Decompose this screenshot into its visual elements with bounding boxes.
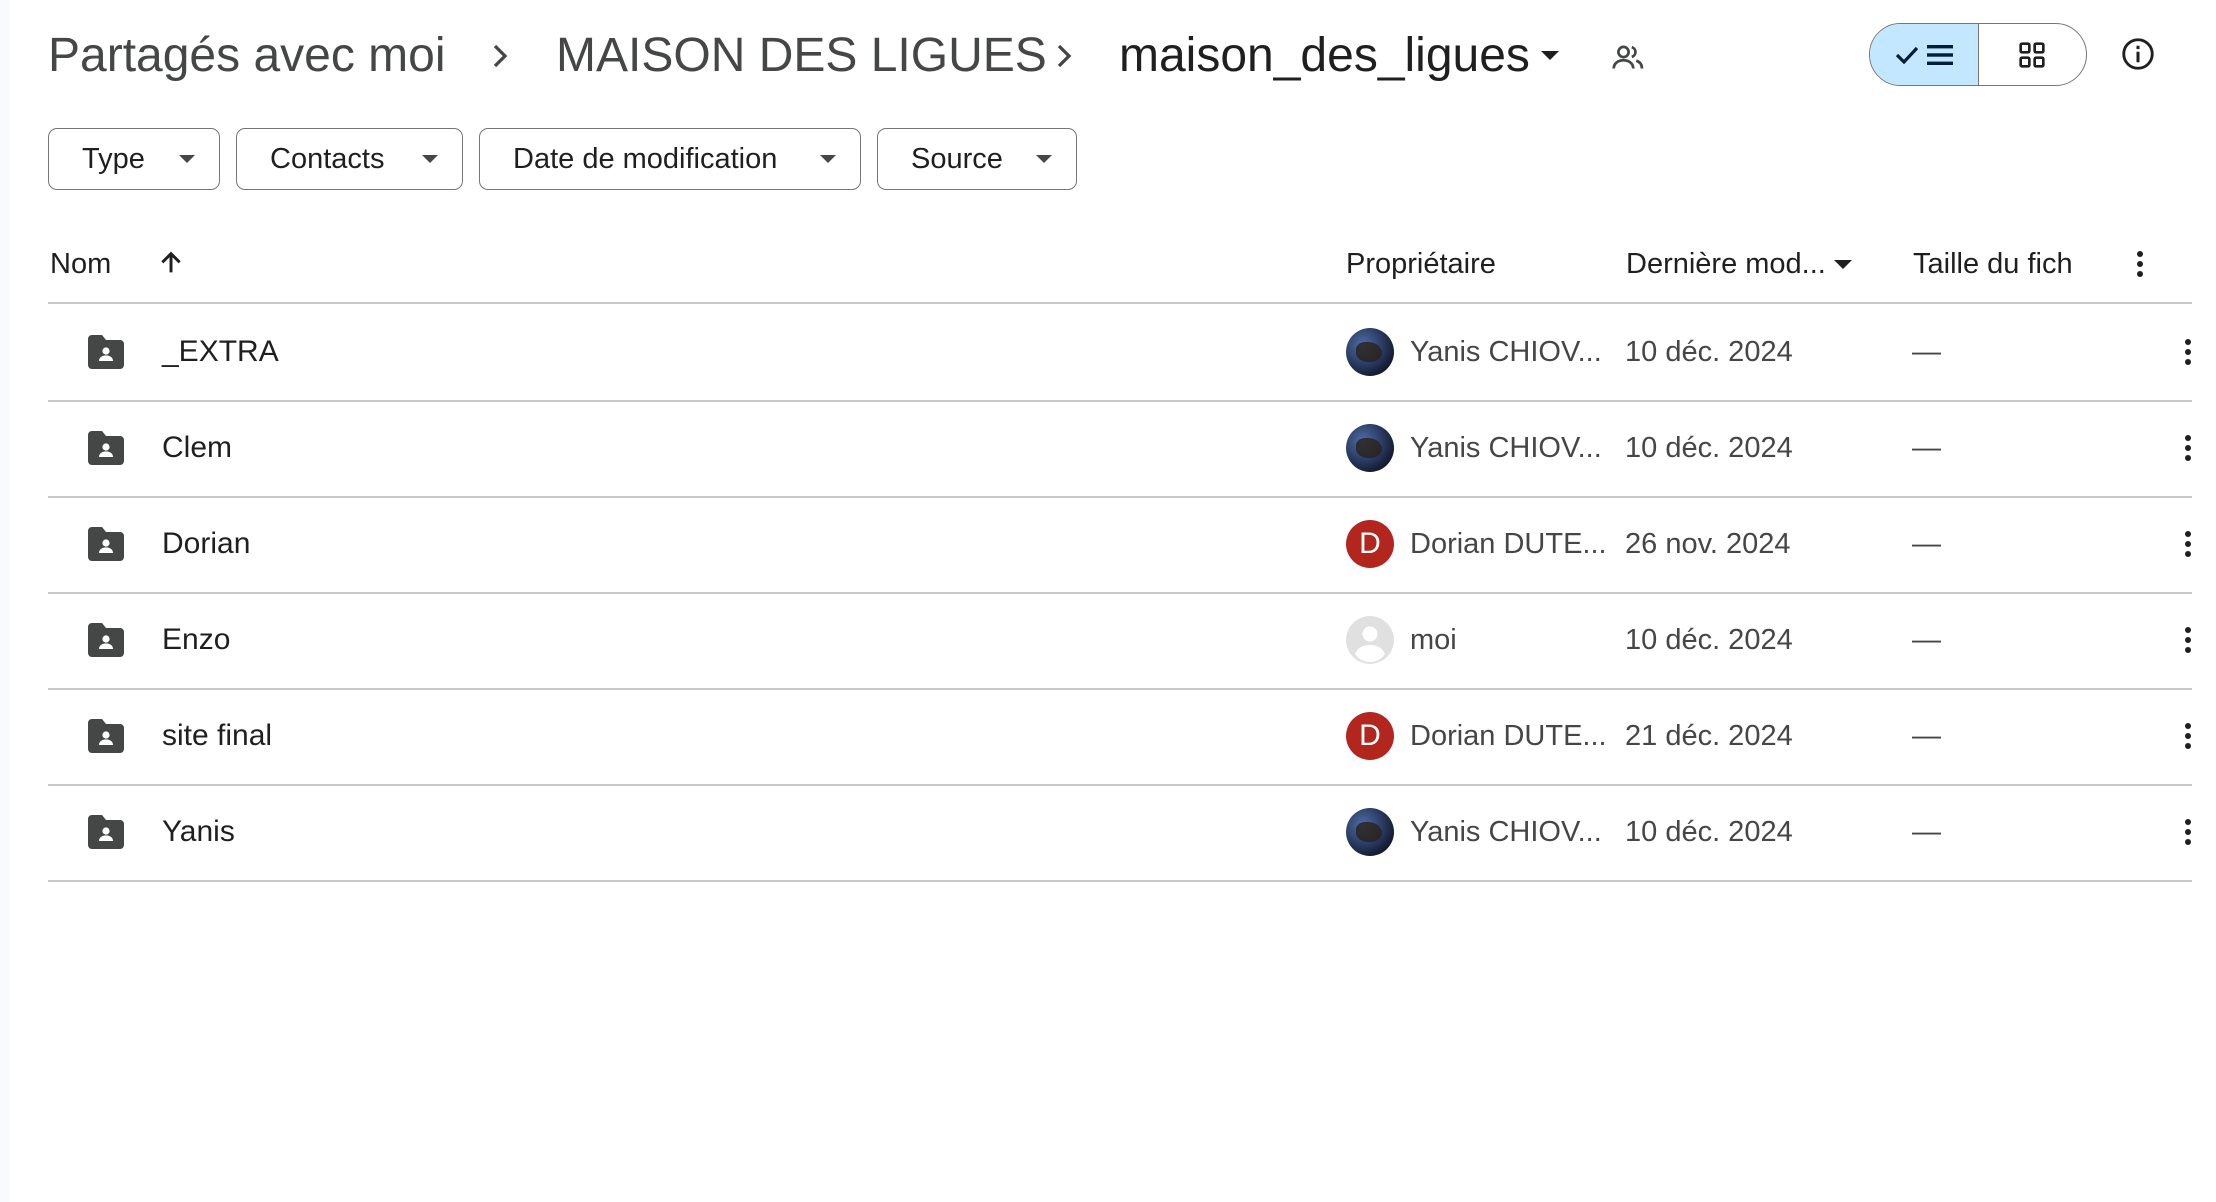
file-name[interactable]: Enzo — [162, 592, 230, 688]
owner-name: Dorian DUTE... — [1410, 527, 1607, 560]
column-header-owner[interactable]: Propriétaire — [1346, 244, 1496, 284]
owner-name: moi — [1410, 623, 1457, 656]
breadcrumb-current-folder[interactable]: maison_des_ligues — [1119, 22, 1530, 90]
view-toggle — [1869, 23, 2087, 86]
modified-date: 21 déc. 2024 — [1625, 719, 1793, 752]
file-size: — — [1912, 623, 1941, 656]
avatar — [1346, 616, 1394, 664]
caret-down-icon — [1036, 155, 1052, 163]
filter-date-modified[interactable]: Date de modification — [479, 128, 861, 190]
table-row[interactable]: Yanis Yanis CHIOV... 10 déc. 2024 — — [48, 784, 2192, 880]
modified-date: 10 déc. 2024 — [1625, 815, 1793, 848]
more-vert-icon[interactable] — [2168, 400, 2208, 496]
people-icon[interactable] — [1608, 38, 1648, 78]
shared-folder-icon — [84, 496, 128, 592]
shared-folder-icon — [84, 784, 128, 880]
avatar: D — [1346, 520, 1394, 568]
table-row[interactable]: _EXTRA Yanis CHIOV... 10 déc. 2024 — — [48, 304, 2192, 400]
more-vert-icon[interactable] — [2168, 592, 2208, 688]
info-icon[interactable] — [2118, 34, 2158, 74]
table-row[interactable]: Enzo moi 10 déc. 2024 — — [48, 592, 2192, 688]
more-vert-icon[interactable] — [2168, 304, 2208, 400]
file-size: — — [1912, 815, 1941, 848]
file-name[interactable]: Clem — [162, 400, 232, 496]
file-size: — — [1912, 527, 1941, 560]
shared-folder-icon — [84, 592, 128, 688]
owner-name: Yanis CHIOV... — [1410, 335, 1602, 368]
owner-name: Yanis CHIOV... — [1410, 431, 1602, 464]
table-row[interactable]: Dorian D Dorian DUTE... 26 nov. 2024 — — [48, 496, 2192, 592]
column-header-size[interactable]: Taille du fich — [1913, 244, 2073, 284]
avatar: D — [1346, 712, 1394, 760]
filter-label: Contacts — [270, 142, 385, 175]
list-view-button[interactable] — [1870, 24, 1979, 85]
filter-label: Date de modification — [513, 142, 778, 175]
divider — [48, 880, 2192, 882]
file-size: — — [1912, 335, 1941, 368]
caret-down-icon — [422, 155, 438, 163]
filter-contacts[interactable]: Contacts — [236, 128, 463, 190]
caret-down-icon[interactable] — [1540, 50, 1560, 62]
filter-label: Type — [82, 142, 145, 175]
filter-label: Source — [911, 142, 1003, 175]
avatar — [1346, 328, 1394, 376]
modified-date: 10 déc. 2024 — [1625, 623, 1793, 656]
left-panel-edge — [0, 0, 10, 1202]
caret-down-icon — [820, 155, 836, 163]
shared-folder-icon — [84, 688, 128, 784]
modified-date: 10 déc. 2024 — [1625, 335, 1793, 368]
more-vert-icon[interactable] — [2168, 784, 2208, 880]
file-name[interactable]: site final — [162, 688, 272, 784]
file-name[interactable]: _EXTRA — [162, 304, 279, 400]
table-row[interactable]: site final D Dorian DUTE... 21 déc. 2024 — — [48, 688, 2192, 784]
caret-down-icon — [179, 155, 195, 163]
column-header-modified[interactable]: Dernière mod... — [1626, 244, 1826, 284]
filter-source[interactable]: Source — [877, 128, 1077, 190]
grid-icon — [2019, 41, 2045, 68]
filter-type[interactable]: Type — [48, 128, 220, 190]
chevron-right-icon — [1044, 36, 1084, 76]
shared-folder-icon — [84, 304, 128, 400]
owner-name: Dorian DUTE... — [1410, 719, 1607, 752]
breadcrumb-maison-des-ligues[interactable]: MAISON DES LIGUES — [556, 22, 1047, 90]
more-vert-icon[interactable] — [2168, 688, 2208, 784]
file-size: — — [1912, 719, 1941, 752]
file-name[interactable]: Yanis — [162, 784, 235, 880]
modified-date: 26 nov. 2024 — [1625, 527, 1791, 560]
file-size: — — [1912, 431, 1941, 464]
table-row[interactable]: Clem Yanis CHIOV... 10 déc. 2024 — — [48, 400, 2192, 496]
breadcrumb-shared-with-me[interactable]: Partagés avec moi — [48, 22, 446, 90]
arrow-up-icon[interactable] — [152, 244, 190, 282]
avatar — [1346, 808, 1394, 856]
chevron-right-icon — [480, 36, 520, 76]
more-vert-icon[interactable] — [2168, 496, 2208, 592]
shared-folder-icon — [84, 400, 128, 496]
more-vert-icon[interactable] — [2120, 244, 2160, 284]
check-list-icon — [1895, 44, 1953, 65]
caret-down-icon[interactable] — [1832, 254, 1854, 276]
owner-name: Yanis CHIOV... — [1410, 815, 1602, 848]
avatar — [1346, 424, 1394, 472]
modified-date: 10 déc. 2024 — [1625, 431, 1793, 464]
file-name[interactable]: Dorian — [162, 496, 250, 592]
column-header-name[interactable]: Nom — [50, 244, 111, 284]
grid-view-button[interactable] — [1979, 24, 2087, 85]
